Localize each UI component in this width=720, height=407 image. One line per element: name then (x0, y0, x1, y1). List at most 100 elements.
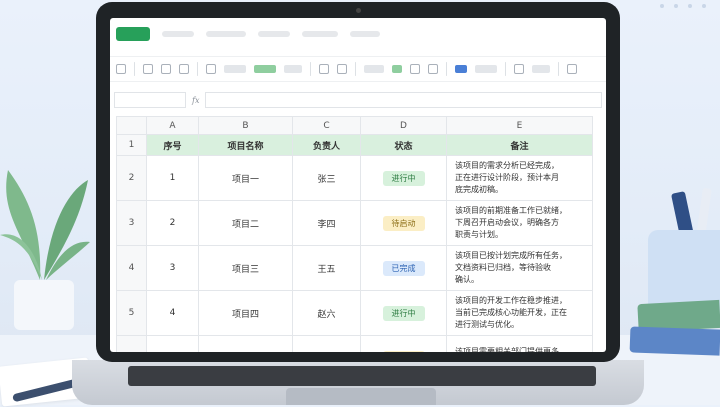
formula-bar: fx (110, 92, 606, 108)
highlight-button[interactable] (254, 65, 276, 73)
laptop-keyboard (128, 366, 596, 386)
cell-status[interactable]: 待启动 (360, 200, 447, 246)
cell-name[interactable]: 项目二 (198, 200, 293, 246)
row-header[interactable]: 3 (116, 200, 147, 246)
cell-remark[interactable]: 该项目需要相关部门提供更多资料，以完善方案后再启动。 (446, 335, 593, 352)
name-box[interactable] (114, 92, 186, 108)
column-header-a[interactable]: A (146, 116, 199, 135)
corner-cell[interactable] (116, 116, 147, 135)
cell-name[interactable]: 项目四 (198, 290, 293, 336)
remark-line: 职责与计划。 (455, 230, 503, 239)
table-row: 65项目五孙七待启动 该项目需要相关部门提供更多资料，以完善方案后再启动。 (116, 335, 593, 352)
header-cell-remark[interactable]: 备注 (446, 134, 593, 156)
cell-remark[interactable]: 该项目的需求分析已经完成， 正在进行设计阶段，预计本月 底完成初稿。 (446, 155, 593, 201)
table-row: 5 4 项目四 赵六 进行中 该项目的开发工作在稳步推进， 当前已完成核心功能开发，正在 进行… (116, 290, 593, 336)
header-cell-owner[interactable]: 负责人 (292, 134, 361, 156)
header-cell-status[interactable]: 状态 (360, 134, 447, 156)
fill-color-icon[interactable] (455, 65, 467, 73)
spreadsheet-window: fx A B C D E 1 序号 项目名称 负责人 状态 备注 2 1 项目一… (110, 18, 606, 352)
app-logo (116, 27, 150, 41)
cell-status[interactable]: 已完成 (360, 245, 447, 291)
toolbar (110, 56, 606, 82)
menu-placeholder[interactable] (302, 31, 338, 37)
toolbar-separator (558, 62, 559, 76)
cell-remark[interactable]: 该项目已按计划完成所有任务， 文档资料已归档，等待验收 确认。 (446, 245, 593, 291)
decorative-dots (660, 4, 706, 8)
remark-line: 文档资料已归档，等待验收 (455, 263, 551, 272)
menu-placeholder[interactable] (350, 31, 380, 37)
paste-icon[interactable] (179, 64, 189, 74)
justify-icon[interactable] (428, 64, 438, 74)
column-header-e[interactable]: E (446, 116, 593, 135)
cell-name[interactable]: 项目一 (198, 155, 293, 201)
menu-placeholder[interactable] (206, 31, 246, 37)
cell-seq[interactable]: 4 (146, 290, 199, 336)
status-badge: 已完成 (382, 260, 425, 276)
row-header[interactable]: 2 (116, 155, 147, 201)
cell-seq[interactable]: 3 (146, 245, 199, 291)
cell-seq[interactable]: 5 (146, 335, 199, 352)
cell-owner[interactable]: 张三 (292, 155, 361, 201)
cell-owner[interactable]: 李四 (292, 200, 361, 246)
cell-owner[interactable]: 王五 (292, 245, 361, 291)
comment-icon[interactable] (514, 64, 524, 74)
column-header-d[interactable]: D (360, 116, 447, 135)
cell-status[interactable]: 进行中 (360, 155, 447, 201)
clear-format-icon[interactable] (337, 64, 347, 74)
status-badge: 进行中 (382, 170, 425, 186)
cell-status[interactable]: 进行中 (360, 290, 447, 336)
toolbar-separator (310, 62, 311, 76)
header-cell-name[interactable]: 项目名称 (198, 134, 293, 156)
remark-line: 该项目的需求分析已经完成， (455, 161, 559, 170)
status-badge: 待启动 (382, 215, 425, 231)
copy-icon[interactable] (161, 64, 171, 74)
laptop-screen: fx A B C D E 1 序号 项目名称 负责人 状态 备注 2 1 项目一… (96, 2, 620, 362)
header-cell-seq[interactable]: 序号 (146, 134, 199, 156)
wrap-button[interactable] (364, 65, 384, 73)
remark-line: 下周召开启动会议，明确各方 (455, 218, 559, 227)
align-right-icon[interactable] (410, 64, 420, 74)
cell-remark[interactable]: 该项目的前期准备工作已就绪， 下周召开启动会议，明确各方 职责与计划。 (446, 200, 593, 246)
cell-remark[interactable]: 该项目的开发工作在稳步推进， 当前已完成核心功能开发，正在 进行测试与优化。 (446, 290, 593, 336)
remark-line: 该项目已按计划完成所有任务， (455, 251, 567, 260)
menu-placeholder[interactable] (162, 31, 194, 37)
cell-seq[interactable]: 1 (146, 155, 199, 201)
book-decoration (629, 326, 720, 356)
toolbar-separator (134, 62, 135, 76)
font-size-button[interactable] (284, 65, 302, 73)
remark-line: 进行测试与优化。 (455, 320, 519, 329)
title-bar (110, 18, 606, 50)
border-icon[interactable] (475, 65, 497, 73)
cell-seq[interactable]: 2 (146, 200, 199, 246)
menu-placeholder[interactable] (258, 31, 290, 37)
cell-name[interactable]: 项目三 (198, 245, 293, 291)
column-header-b[interactable]: B (198, 116, 293, 135)
fx-label: fx (192, 95, 200, 105)
cell-owner[interactable]: 孙七 (292, 335, 361, 352)
cell-name[interactable]: 项目五 (198, 335, 293, 352)
align-center-icon[interactable] (392, 65, 402, 73)
toolbar-separator (505, 62, 506, 76)
cell-owner[interactable]: 赵六 (292, 290, 361, 336)
grid-icon[interactable] (567, 64, 577, 74)
bold-icon[interactable] (206, 64, 216, 74)
row-header[interactable]: 5 (116, 290, 147, 336)
status-badge: 待启动 (382, 350, 425, 352)
remark-line: 当前已完成核心功能开发，正在 (455, 308, 567, 317)
toolbar-separator (446, 62, 447, 76)
row-header[interactable]: 1 (116, 134, 147, 156)
cut-icon[interactable] (143, 64, 153, 74)
filter-button[interactable] (532, 65, 550, 73)
align-left-icon[interactable] (319, 64, 329, 74)
remark-line: 该项目需要相关部门提供更多 (455, 347, 559, 352)
row-header[interactable]: 6 (116, 335, 147, 352)
font-color-button[interactable] (224, 65, 246, 73)
row-header[interactable]: 4 (116, 245, 147, 291)
laptop-trackpad (286, 388, 436, 405)
table-icon[interactable] (116, 64, 126, 74)
formula-input[interactable] (205, 92, 602, 108)
table-row: 3 2 项目二 李四 待启动 该项目的前期准备工作已就绪， 下周召开启动会议，明确各方 职责与… (116, 200, 593, 246)
cell-status[interactable]: 待启动 (360, 335, 447, 352)
column-header-c[interactable]: C (292, 116, 361, 135)
status-badge: 进行中 (382, 305, 425, 321)
